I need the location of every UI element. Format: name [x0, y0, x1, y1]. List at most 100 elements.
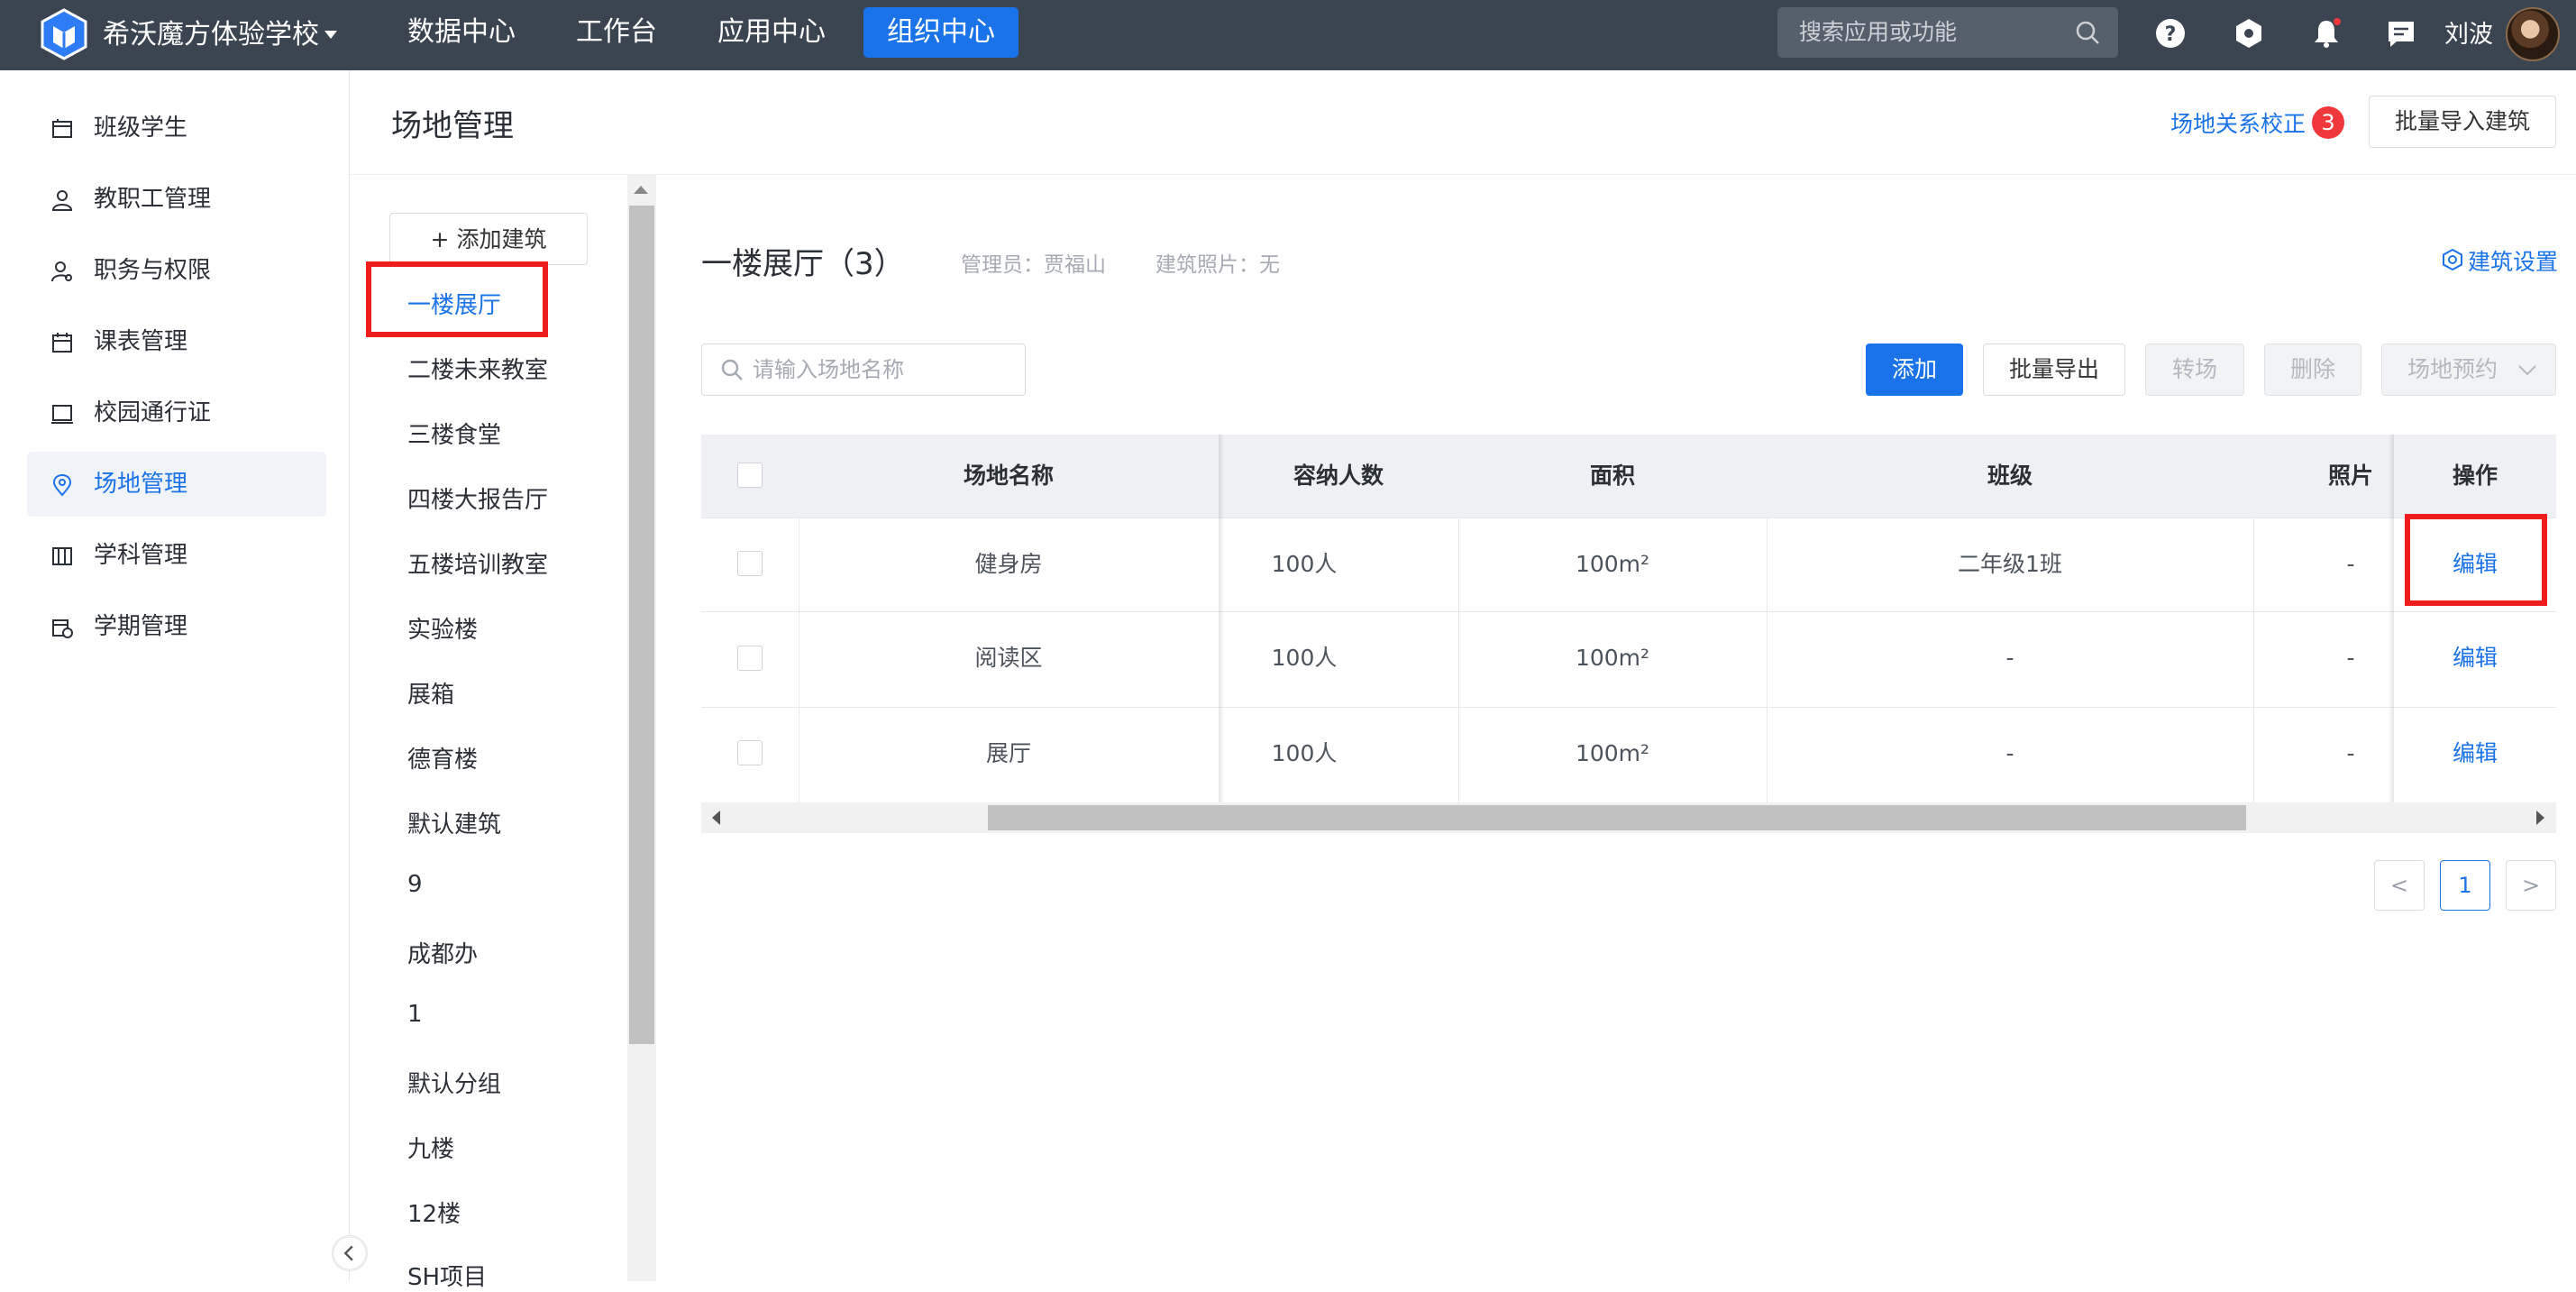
header-divider: [350, 174, 2576, 175]
pagination-prev-button[interactable]: <: [2374, 860, 2425, 911]
nav-data-center[interactable]: 数据中心: [398, 7, 525, 58]
cell-area: 100m²: [1575, 645, 1650, 671]
column-header-area: 面积: [1589, 463, 1635, 489]
sidebar-item-label: 场地管理: [94, 471, 188, 498]
row-checkbox[interactable]: [737, 646, 763, 671]
building-item[interactable]: 成都办: [407, 936, 478, 969]
search-icon: [721, 359, 743, 380]
settings-icon[interactable]: [2441, 248, 2464, 271]
highlight-box: [2405, 514, 2547, 606]
building-item[interactable]: 默认建筑: [407, 806, 501, 839]
cell-name: 健身房: [974, 551, 1043, 577]
venue-reservation-dropdown[interactable]: 场地预约: [2381, 344, 2556, 396]
edit-button[interactable]: 编辑: [2394, 611, 2556, 705]
avatar[interactable]: [2506, 7, 2560, 61]
batch-import-building-button[interactable]: 批量导入建筑: [2369, 96, 2556, 148]
message-icon[interactable]: [2384, 16, 2418, 50]
column-header-capacity: 容纳人数: [1293, 463, 1384, 489]
page-title: 场地管理: [391, 108, 514, 144]
column-header-name: 场地名称: [963, 463, 1054, 489]
building-item[interactable]: 12楼: [407, 1196, 461, 1229]
help-icon[interactable]: ?: [2153, 16, 2188, 50]
collapse-sidebar-button[interactable]: [332, 1235, 368, 1271]
sidebar-item-label: 班级学生: [94, 115, 188, 142]
sidebar-item-timetable[interactable]: 课表管理: [27, 309, 326, 374]
fixed-column-shadow: [2389, 435, 2394, 802]
settings-hexagon-icon[interactable]: [2232, 16, 2266, 50]
scroll-up-arrow-icon[interactable]: [634, 186, 648, 194]
sidebar-item-terms[interactable]: 学期管理: [27, 594, 326, 659]
global-search-input[interactable]: 搜索应用或功能: [1777, 7, 2118, 58]
user-name[interactable]: 刘波: [2444, 0, 2493, 70]
building-title: 一楼展厅（3）: [701, 246, 905, 282]
building-item[interactable]: 1: [407, 1001, 423, 1028]
batch-export-button[interactable]: 批量导出: [1983, 344, 2125, 396]
person-icon: [51, 190, 73, 211]
sidebar-item-staff[interactable]: 教职工管理: [27, 167, 326, 232]
sidebar-item-subjects[interactable]: 学科管理: [27, 523, 326, 588]
card-icon: [51, 405, 73, 424]
row-checkbox[interactable]: [737, 551, 763, 576]
building-item[interactable]: 默认分组: [407, 1066, 501, 1099]
sidebar-item-label: 职务与权限: [94, 257, 212, 284]
search-icon: [2076, 21, 2099, 44]
sidebar-item-label: 教职工管理: [94, 186, 212, 213]
cell-area: 100m²: [1575, 740, 1650, 766]
class-icon: [52, 119, 72, 138]
venue-relation-fix-link[interactable]: 场地关系校正: [2170, 106, 2306, 139]
cell-area: 100m²: [1575, 551, 1650, 577]
add-building-button[interactable]: + 添加建筑: [389, 213, 588, 265]
select-all-checkbox[interactable]: [737, 463, 763, 488]
chevron-down-icon[interactable]: [324, 31, 337, 39]
scrollbar-thumb[interactable]: [988, 805, 2246, 830]
sidebar-item-campus-pass[interactable]: 校园通行证: [27, 380, 326, 445]
chevron-down-icon: [2518, 365, 2536, 376]
cell-class: 二年级1班: [1958, 551, 2062, 577]
add-venue-button[interactable]: 添加: [1866, 344, 1963, 396]
edit-button[interactable]: 编辑: [2394, 707, 2556, 801]
building-item[interactable]: 四楼大报告厅: [407, 481, 548, 515]
column-header-action: 操作: [2452, 463, 2498, 489]
row-checkbox[interactable]: [737, 740, 763, 765]
building-item[interactable]: 三楼食堂: [407, 417, 501, 450]
transfer-button[interactable]: 转场: [2145, 344, 2244, 396]
nav-app-center[interactable]: 应用中心: [708, 7, 835, 58]
building-item[interactable]: 9: [407, 871, 423, 898]
nav-org-center[interactable]: 组织中心: [863, 7, 1019, 58]
sidebar-item-label: 校园通行证: [94, 399, 212, 426]
cell-capacity: 100人: [1271, 645, 1338, 671]
calendar-icon: [52, 333, 72, 353]
scroll-left-arrow-icon[interactable]: [712, 811, 720, 825]
scroll-right-arrow-icon[interactable]: [2536, 811, 2544, 825]
cell-name: 阅读区: [974, 645, 1043, 671]
building-settings-link[interactable]: 建筑设置: [2468, 244, 2558, 277]
building-item[interactable]: 实验楼: [407, 611, 478, 645]
left-sidebar: 班级学生 教职工管理 职务与权限 课表管理 校园通行证 场地管理 学科管理 学期…: [0, 70, 350, 1281]
building-item[interactable]: 九楼: [407, 1131, 454, 1164]
term-calendar-icon: [52, 619, 73, 638]
sidebar-item-class-students[interactable]: 班级学生: [27, 96, 326, 160]
building-item[interactable]: SH项目: [407, 1259, 487, 1292]
cell-capacity: 100人: [1271, 551, 1338, 577]
venue-search-input[interactable]: 请输入场地名称: [701, 344, 1026, 396]
sidebar-item-roles[interactable]: 职务与权限: [27, 238, 326, 303]
building-item[interactable]: 五楼培训教室: [407, 546, 548, 580]
school-logo-icon[interactable]: [40, 8, 88, 60]
pagination-page-1[interactable]: 1: [2440, 860, 2490, 911]
building-item[interactable]: 二楼未来教室: [407, 352, 548, 385]
column-header-class: 班级: [1987, 463, 2032, 489]
building-item[interactable]: 德育楼: [407, 741, 478, 774]
fixed-column-shadow: [1219, 435, 1224, 802]
search-placeholder: 请输入场地名称: [753, 357, 904, 382]
sidebar-item-label: 学期管理: [94, 613, 188, 640]
nav-workbench[interactable]: 工作台: [553, 7, 680, 58]
book-icon: [52, 547, 72, 565]
building-item[interactable]: 展箱: [407, 676, 454, 710]
pagination-next-button[interactable]: >: [2506, 860, 2556, 911]
sidebar-item-venue-management[interactable]: 场地管理: [27, 452, 326, 517]
top-navigation-bar: 希沃魔方体验学校 数据中心 工作台 应用中心 组织中心 搜索应用或功能 ? 刘波: [0, 0, 2576, 70]
scrollbar-thumb[interactable]: [629, 206, 654, 1044]
school-name[interactable]: 希沃魔方体验学校: [103, 0, 319, 70]
bell-icon[interactable]: [2309, 16, 2343, 50]
delete-button[interactable]: 删除: [2264, 344, 2361, 396]
